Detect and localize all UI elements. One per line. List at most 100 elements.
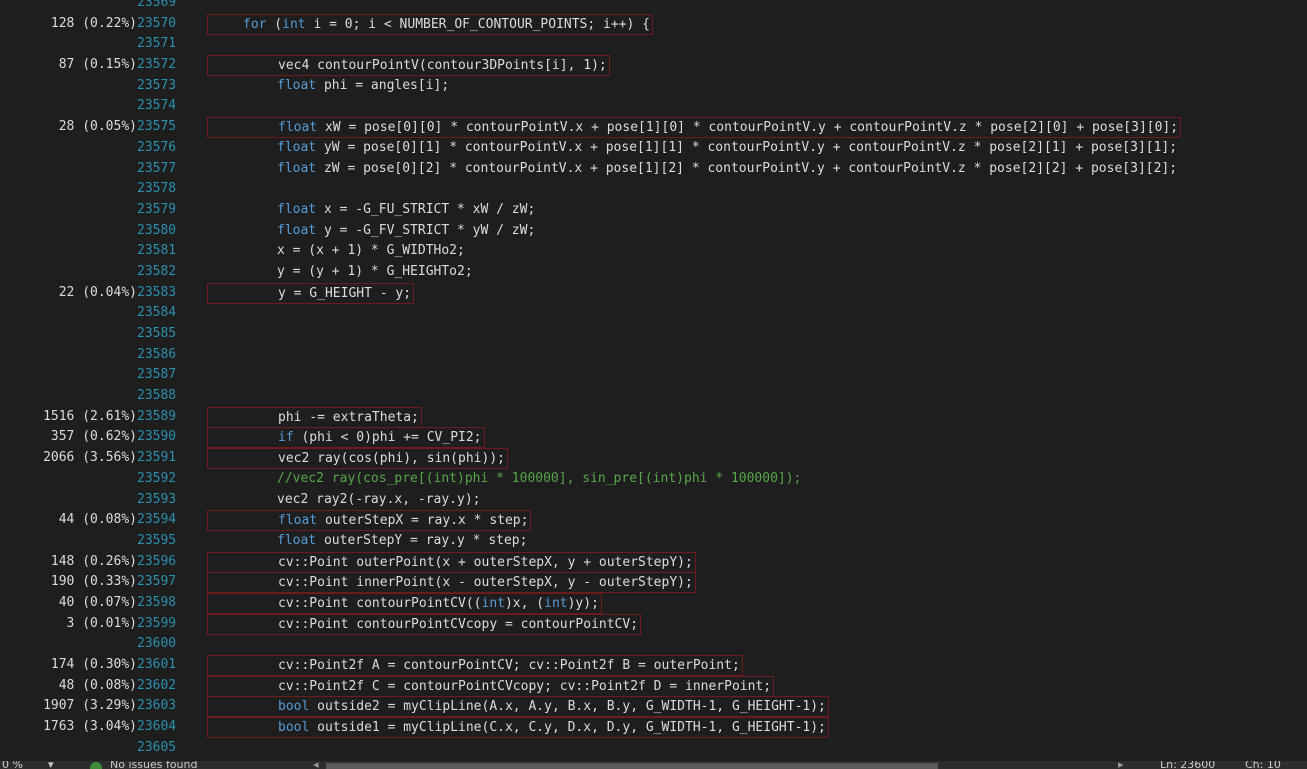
hot-code-line: bool outside1 = myClipLine(C.x, C.y, D.x…	[207, 717, 829, 739]
code-text: float x = -G_FU_STRICT * xW / zW;	[207, 200, 535, 221]
code-line[interactable]: 23584	[0, 303, 1307, 324]
code-token: outerStepY = ray.y * step;	[316, 532, 528, 548]
code-line[interactable]: 28 (0.05%) 23575 float xW = pose[0][0] * c…	[0, 117, 1307, 139]
scroll-right-icon[interactable]: ▸	[1118, 761, 1124, 769]
code-line[interactable]: 174 (0.30%) 23601 cv::Point2f A = contourP…	[0, 655, 1307, 676]
code-line[interactable]: 190 (0.33%) 23597 cv::Point innerPoint(x -…	[0, 572, 1307, 594]
code-line[interactable]: 23595 float outerStepY = ray.y * step;	[0, 531, 1307, 552]
code-line[interactable]: 23588	[0, 386, 1307, 407]
perf-sample-count: 2066 (3.56%)	[43, 450, 137, 466]
code-token: y = -G_FV_STRICT * yW / zW;	[316, 222, 536, 238]
scroll-left-icon[interactable]: ◂	[313, 761, 319, 769]
keyword-token: int	[481, 595, 505, 611]
line-number: 23593	[137, 491, 177, 507]
code-line[interactable]: 23569	[0, 0, 1307, 14]
line-number: 23603	[137, 698, 177, 714]
code-text: float phi = angles[i];	[207, 76, 449, 97]
perf-sample-count: 28 (0.05%)	[58, 119, 137, 135]
hot-code-line: bool outside2 = myClipLine(A.x, A.y, B.x…	[207, 696, 829, 718]
line-number: 23590	[137, 429, 177, 445]
code-line[interactable]: 23600	[0, 634, 1307, 655]
code-token: outside2 = myClipLine(A.x, A.y, B.x, B.y…	[309, 699, 826, 715]
code-line[interactable]: 357 (0.62%) 23590 if (phi < 0)phi += CV_PI…	[0, 427, 1307, 449]
line-number: 23592	[137, 470, 177, 486]
code-text: y = (y + 1) * G_HEIGHTo2;	[207, 262, 473, 283]
keyword-token: for	[243, 16, 267, 32]
perf-sample-count: 3 (0.01%)	[66, 615, 137, 631]
cursor-line: Ln: 23600	[1160, 761, 1216, 769]
code-line[interactable]: 87 (0.15%) 23572 vec4 contourPointV(contou…	[0, 55, 1307, 77]
code-line[interactable]: 148 (0.26%) 23596 cv::Point outerPoint(x +…	[0, 551, 1307, 573]
line-number: 23594	[137, 512, 177, 528]
line-number: 23571	[137, 36, 177, 52]
perf-sample-count: 190 (0.33%)	[50, 574, 137, 590]
keyword-token: float	[278, 120, 318, 136]
perf-sample-count: 87 (0.15%)	[58, 57, 137, 73]
code-line[interactable]: 128 (0.22%) 23570 for (int i = 0; i < NUMB…	[0, 13, 1307, 35]
code-line[interactable]: 1907 (3.29%) 23603 bool outside2 = myClipL…	[0, 696, 1307, 718]
line-number: 23602	[137, 677, 177, 693]
line-number: 23579	[137, 201, 177, 217]
code-line[interactable]: 23581 x = (x + 1) * G_WIDTHo2;	[0, 241, 1307, 262]
perf-sample-count: 174 (0.30%)	[50, 657, 137, 672]
issues-indicator[interactable]: No issues found	[110, 761, 197, 769]
keyword-token: bool	[278, 720, 310, 736]
code-line[interactable]: 23587	[0, 365, 1307, 386]
line-number: 23577	[137, 160, 177, 176]
line-number: 23584	[137, 305, 177, 321]
keyword-token: float	[278, 513, 318, 529]
hot-code-line: if (phi < 0)phi += CV_PI2;	[207, 427, 485, 449]
line-number: 23601	[137, 657, 177, 672]
code-line[interactable]: 23585	[0, 324, 1307, 345]
line-number: 23596	[137, 553, 177, 569]
horizontal-scrollbar[interactable]	[326, 763, 938, 769]
zoom-level[interactable]: 0 %	[2, 761, 23, 769]
keyword-token: float	[277, 139, 317, 155]
perf-sample-count: 357 (0.62%)	[50, 429, 137, 445]
code-line[interactable]: 23571	[0, 34, 1307, 55]
code-line[interactable]: 23580 float y = -G_FV_STRICT * yW / zW;	[0, 221, 1307, 242]
zoom-dropdown-icon[interactable]: ▾	[48, 761, 54, 769]
status-bar: 0 % ▾ No issues found ◂ ▸ Ln: 23600 Ch: …	[0, 761, 1307, 769]
code-line[interactable]: 23592 //vec2 ray(cos_pre[(int)phi * 10000…	[0, 469, 1307, 490]
code-line[interactable]: 3 (0.01%) 23599 cv::Point contourPointCVco…	[0, 613, 1307, 635]
hot-code-line: cv::Point2f C = contourPointCVcopy; cv::…	[207, 675, 775, 697]
line-number: 23574	[137, 98, 177, 114]
code-line[interactable]: 44 (0.08%) 23594 float outerStepX = ray.x …	[0, 510, 1307, 532]
code-line[interactable]: 23586	[0, 345, 1307, 366]
code-line[interactable]: 48 (0.08%) 23602 cv::Point2f C = contourPo…	[0, 675, 1307, 697]
code-token: cv::Point innerPoint(x - outerStepX, y -…	[278, 575, 693, 591]
perf-sample-count: 148 (0.26%)	[50, 553, 137, 569]
code-line[interactable]: 23593 vec2 ray2(-ray.x, -ray.y);	[0, 490, 1307, 511]
line-number: 23575	[137, 119, 177, 135]
perf-sample-count: 22 (0.04%)	[58, 284, 137, 300]
code-line[interactable]: 23579 float x = -G_FU_STRICT * xW / zW;	[0, 200, 1307, 221]
code-token: cv::Point2f C = contourPointCVcopy; cv::…	[278, 678, 772, 694]
line-number: 23589	[137, 408, 177, 424]
code-editor[interactable]: 23569 128 (0.22%) 23570 for (int i = 0; i <…	[0, 0, 1307, 758]
code-token: cv::Point contourPointCV((	[278, 595, 482, 611]
keyword-token: float	[277, 160, 317, 176]
code-line[interactable]: 23605	[0, 738, 1307, 759]
code-text: //vec2 ray(cos_pre[(int)phi * 100000], s…	[207, 469, 801, 490]
code-line[interactable]: 23577 float zW = pose[0][2] * contourPoin…	[0, 159, 1307, 180]
code-line[interactable]: 1516 (2.61%) 23589 phi -= extraTheta;	[0, 406, 1307, 428]
comment-token: //vec2 ray(cos_pre[(int)phi * 100000], s…	[277, 470, 802, 486]
code-line[interactable]: 2066 (3.56%) 23591 vec2 ray(cos(phi), sin(…	[0, 448, 1307, 470]
line-number: 23576	[137, 139, 177, 155]
code-text: float y = -G_FV_STRICT * yW / zW;	[207, 221, 535, 242]
code-line[interactable]: 40 (0.07%) 23598 cv::Point contourPointCV(…	[0, 592, 1307, 614]
code-line[interactable]: 23576 float yW = pose[0][1] * contourPoin…	[0, 138, 1307, 159]
hot-code-line: cv::Point contourPointCV((int)x, (int)y)…	[207, 592, 602, 614]
line-number: 23578	[137, 181, 177, 197]
code-line[interactable]: 1763 (3.04%) 23604 bool outside1 = myClipL…	[0, 717, 1307, 739]
code-line[interactable]: 23573 float phi = angles[i];	[0, 76, 1307, 97]
hot-code-line: y = G_HEIGHT - y;	[207, 282, 415, 304]
code-line[interactable]: 22 (0.04%) 23583 y = G_HEIGHT - y;	[0, 282, 1307, 304]
code-line[interactable]: 23574	[0, 96, 1307, 117]
code-line[interactable]: 23582 y = (y + 1) * G_HEIGHTo2;	[0, 262, 1307, 283]
code-token: cv::Point contourPointCVcopy = contourPo…	[278, 616, 639, 632]
hot-code-line: cv::Point contourPointCVcopy = contourPo…	[207, 613, 642, 635]
code-line[interactable]: 23578	[0, 179, 1307, 200]
line-number: 23569	[137, 0, 177, 10]
